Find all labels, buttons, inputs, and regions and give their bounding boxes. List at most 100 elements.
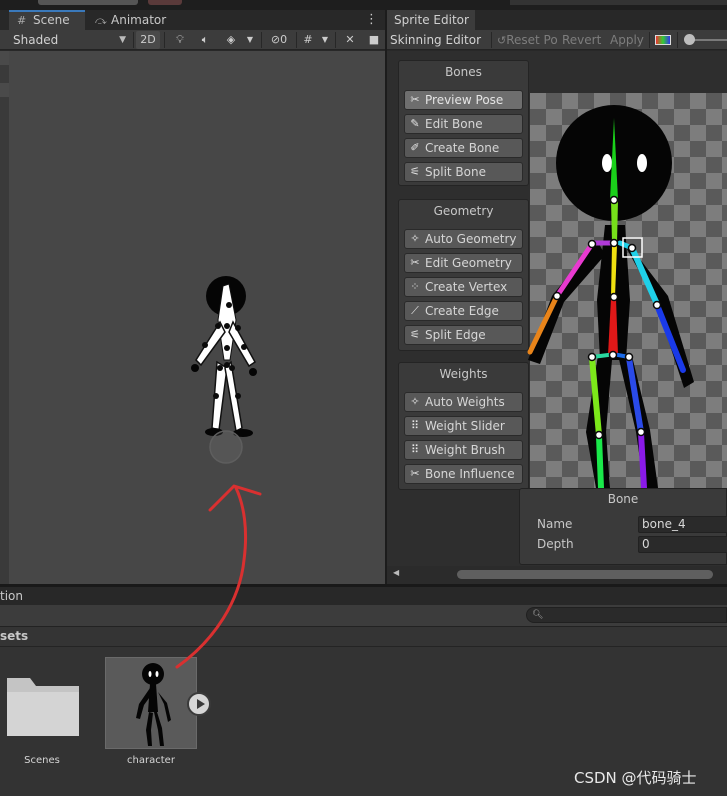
grid-icon: #	[17, 14, 27, 27]
weight-brush-button[interactable]: ⠿ Weight Brush	[404, 440, 523, 460]
tab-sprite-editor[interactable]: Sprite Editor	[387, 10, 475, 30]
top-tab-fragment	[148, 0, 182, 5]
shading-mode-value: Shaded	[13, 33, 59, 47]
top-tab-fragment	[38, 0, 138, 5]
2d-toggle-button[interactable]: 2D	[136, 31, 160, 49]
breadcrumb: sets	[0, 627, 727, 647]
chevron-down-icon: ▼	[119, 35, 126, 45]
scrollbar-thumb[interactable]	[457, 570, 713, 579]
button-label: Bone Influence	[425, 467, 515, 481]
sprite-checkerboard	[530, 93, 727, 543]
bone-influence-button[interactable]: ✂ Bone Influence	[404, 464, 523, 484]
create-vertex-icon: ⁘	[410, 280, 420, 293]
asset-item-character[interactable]	[105, 657, 197, 749]
lighting-icon[interactable]: 💡︎	[170, 31, 190, 49]
bone-depth-field[interactable]: 0	[638, 536, 727, 553]
divider	[491, 32, 492, 48]
scene-left-strip	[0, 51, 9, 584]
hierarchy-fragment	[0, 83, 9, 97]
divider	[164, 32, 165, 48]
animator-icon: ⤼	[95, 14, 107, 27]
tab-project[interactable]: tion	[0, 587, 23, 605]
top-window-strip	[0, 0, 727, 10]
tab-label: Animator	[111, 13, 167, 27]
bone-inspector-panel: Bone Name bone_4 Depth 0	[519, 488, 727, 565]
project-toolbar: 🔍︎	[0, 605, 727, 627]
effects-icon[interactable]: ◈	[220, 31, 242, 49]
bone-name-field[interactable]: bone_4	[638, 516, 727, 533]
group-title: Bones	[445, 65, 482, 79]
weight-slider-button[interactable]: ⠿ Weight Slider	[404, 416, 523, 436]
revert-button[interactable]: Revert	[562, 31, 602, 49]
group-title: Geometry	[433, 204, 494, 218]
auto-weights-icon: ✧	[410, 395, 420, 408]
split-edge-icon: ⚟	[410, 328, 420, 341]
create-vertex-button[interactable]: ⁘ Create Vertex	[404, 277, 523, 297]
play-preview-button[interactable]	[187, 692, 211, 716]
auto-weights-button[interactable]: ✧ Auto Weights	[404, 392, 523, 412]
camera-icon[interactable]: ■	[364, 31, 384, 49]
split-bone-button[interactable]: ⚟ Split Bone	[404, 162, 523, 182]
weight-slider-icon: ⠿	[410, 419, 420, 432]
asset-item-scenes[interactable]: Scenes	[0, 670, 84, 770]
bone-influence-icon: ✂	[410, 467, 420, 480]
breadcrumb-assets[interactable]: sets	[0, 629, 28, 643]
button-label: Split Bone	[425, 165, 486, 179]
button-label: Create Bone	[425, 141, 500, 155]
more-options-icon[interactable]: ⋮	[365, 12, 378, 27]
grid-snap-icon[interactable]: #	[299, 31, 317, 49]
reset-icon: ↺	[497, 34, 507, 47]
edit-geometry-icon: ✂	[410, 256, 420, 269]
asset-name: character	[127, 755, 175, 766]
button-label: Weight Brush	[425, 443, 506, 457]
scene-viewport[interactable]	[9, 51, 385, 584]
project-search-input[interactable]: 🔍︎	[526, 607, 727, 623]
audio-icon[interactable]: 🔈︎	[195, 31, 215, 49]
weights-tool-group: Weights ✧ Auto Weights ⠿ Weight Slider ⠿ We…	[398, 362, 529, 490]
auto-geometry-button[interactable]: ✧ Auto Geometry	[404, 229, 523, 249]
canvas-horizontal-scrollbar[interactable]: ◀	[387, 566, 727, 584]
zoom-slider-handle[interactable]	[684, 34, 695, 45]
button-label: Split Edge	[425, 328, 486, 342]
create-edge-icon: ⟋	[411, 304, 419, 317]
editor-mode-dropdown[interactable]: Skinning Editor ▼	[390, 31, 488, 65]
hidden-count: 0	[280, 33, 288, 46]
shading-mode-dropdown[interactable]: Shaded ▼	[10, 31, 130, 49]
folder-icon	[7, 678, 79, 736]
bone-name-label: Name	[537, 517, 573, 531]
eye-slash-icon: ⊘	[270, 33, 281, 46]
scroll-left-icon[interactable]: ◀	[393, 568, 399, 577]
divider	[335, 32, 336, 48]
tools-icon[interactable]: ✕	[340, 31, 360, 49]
split-edge-button[interactable]: ⚟ Split Edge	[404, 325, 523, 345]
tab-animator[interactable]: ⤼ Animator	[87, 10, 177, 30]
tab-scene[interactable]: # Scene	[9, 10, 85, 30]
preview-pose-button[interactable]: ✂ Preview Pose	[404, 90, 523, 110]
button-label: Edit Bone	[425, 117, 483, 131]
search-icon: 🔍︎	[532, 610, 544, 620]
create-edge-button[interactable]: ⟋ Create Edge	[404, 301, 523, 321]
hierarchy-fragment	[0, 51, 9, 65]
weight-brush-icon: ⠿	[410, 443, 420, 456]
geometry-tool-group: Geometry ✧ Auto Geometry ✂ Edit Geometry ⁘…	[398, 199, 529, 351]
preview-pose-icon: ✂	[410, 93, 420, 106]
create-bone-button[interactable]: ✐ Create Bone	[404, 138, 523, 158]
tab-label: Scene	[33, 13, 70, 27]
asset-label-character: character	[100, 755, 202, 769]
chevron-down-icon[interactable]: ▼	[318, 31, 332, 49]
edit-geometry-button[interactable]: ✂ Edit Geometry	[404, 253, 523, 273]
color-channels-icon[interactable]	[655, 35, 671, 45]
chevron-down-icon[interactable]: ▼	[243, 31, 257, 49]
reset-pose-button[interactable]: ↺Reset Po	[497, 31, 559, 49]
edit-bone-button[interactable]: ✎ Edit Bone	[404, 114, 523, 134]
bones-tool-group: Bones ✂ Preview Pose ✎ Edit Bone ✐ Create B…	[398, 60, 529, 186]
top-bar-fragment	[510, 0, 727, 5]
reset-pose-label: Reset Po	[506, 33, 558, 47]
create-bone-icon: ✐	[410, 141, 420, 154]
apply-button[interactable]: Apply	[610, 31, 646, 49]
button-label: Weight Slider	[425, 419, 505, 433]
bone-panel-title: Bone	[607, 492, 639, 506]
sprite-editor-tab-bar: Sprite Editor	[387, 10, 727, 30]
hidden-objects-toggle[interactable]: ⊘0	[265, 31, 293, 49]
group-title: Weights	[439, 367, 488, 381]
